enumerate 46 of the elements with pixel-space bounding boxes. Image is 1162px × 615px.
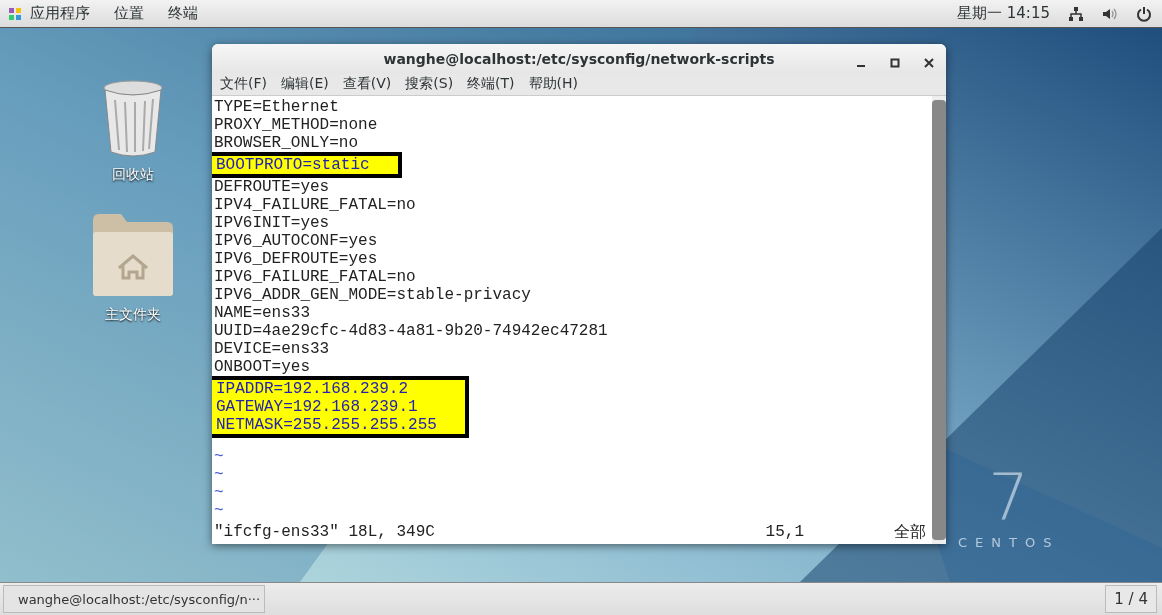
top-menu[interactable]: 终端 <box>168 4 198 23</box>
tilde-marker: ~ <box>214 502 224 520</box>
network-icon[interactable] <box>1068 5 1084 22</box>
code-line: IPV6_FAILURE_FATAL=no <box>214 268 416 286</box>
code-line: NETMASK=255.255.255.255 <box>216 416 437 434</box>
code-line: TYPE=Ethernet <box>214 98 339 116</box>
scroll-position: 全部 <box>894 522 926 543</box>
code-line: UUID=4ae29cfc-4d83-4a81-9b20-74942ec47281 <box>214 322 608 340</box>
close-icon[interactable] <box>924 58 934 68</box>
code-line: IPV6_ADDR_GEN_MODE=stable-privacy <box>214 286 531 304</box>
code-line: IPV6INIT=yes <box>214 214 330 232</box>
file-info: "ifcfg-ens33" 18L, 349C <box>214 523 435 541</box>
menu-item[interactable]: 编辑(E) <box>281 75 329 94</box>
code-line: BOOTPROTO=static <box>216 156 370 174</box>
menu-item[interactable]: 查看(V) <box>342 75 392 94</box>
code-line: NAME=ens33 <box>214 304 310 322</box>
top-menu[interactable]: 应用程序 <box>30 4 90 23</box>
top-menu[interactable]: 位置 <box>114 4 144 23</box>
apps-icon[interactable] <box>8 6 22 21</box>
menu-item[interactable]: 文件(F) <box>220 75 267 94</box>
clock[interactable]: 星期一 14:15 <box>957 4 1050 23</box>
wallpaper-number: 7 <box>988 465 1030 529</box>
wallpaper-brand: CENTOS <box>958 535 1060 550</box>
window-title: wanghe@localhost:/etc/sysconfig/network-scripts <box>383 50 775 67</box>
tilde-marker: ~ <box>214 448 224 466</box>
code-line: IPV6_AUTOCONF=yes <box>214 232 378 250</box>
maximize-icon[interactable] <box>890 58 900 68</box>
menu-item[interactable]: 帮助(H) <box>528 75 579 94</box>
code-line: DEFROUTE=yes <box>214 178 330 196</box>
task-button[interactable]: wanghe@localhost:/etc/sysconfig/n··· <box>3 585 265 613</box>
tilde-marker: ~ <box>214 466 224 484</box>
code-line: PROXY_METHOD=none <box>214 116 378 134</box>
code-line: BROWSER_ONLY=no <box>214 134 359 152</box>
code-line: IPV4_FAILURE_FATAL=no <box>214 196 416 214</box>
trash-icon[interactable] <box>101 78 165 158</box>
code-line: GATEWAY=192.168.239.1 <box>216 398 418 416</box>
code-line: IPADDR=192.168.239.2 <box>216 380 409 398</box>
code-line: ONBOOT=yes <box>214 358 310 376</box>
code-line: IPV6_DEFROUTE=yes <box>214 250 378 268</box>
menu-item[interactable]: 终端(T) <box>467 75 515 94</box>
workspace-button[interactable]: 1 / 4 <box>1105 585 1157 613</box>
cursor-position: 15,1 <box>765 523 804 541</box>
tilde-marker: ~ <box>214 484 224 502</box>
power-icon[interactable] <box>1136 5 1152 22</box>
menu-item[interactable]: 搜索(S) <box>405 75 454 94</box>
code-line: DEVICE=ens33 <box>214 340 330 358</box>
